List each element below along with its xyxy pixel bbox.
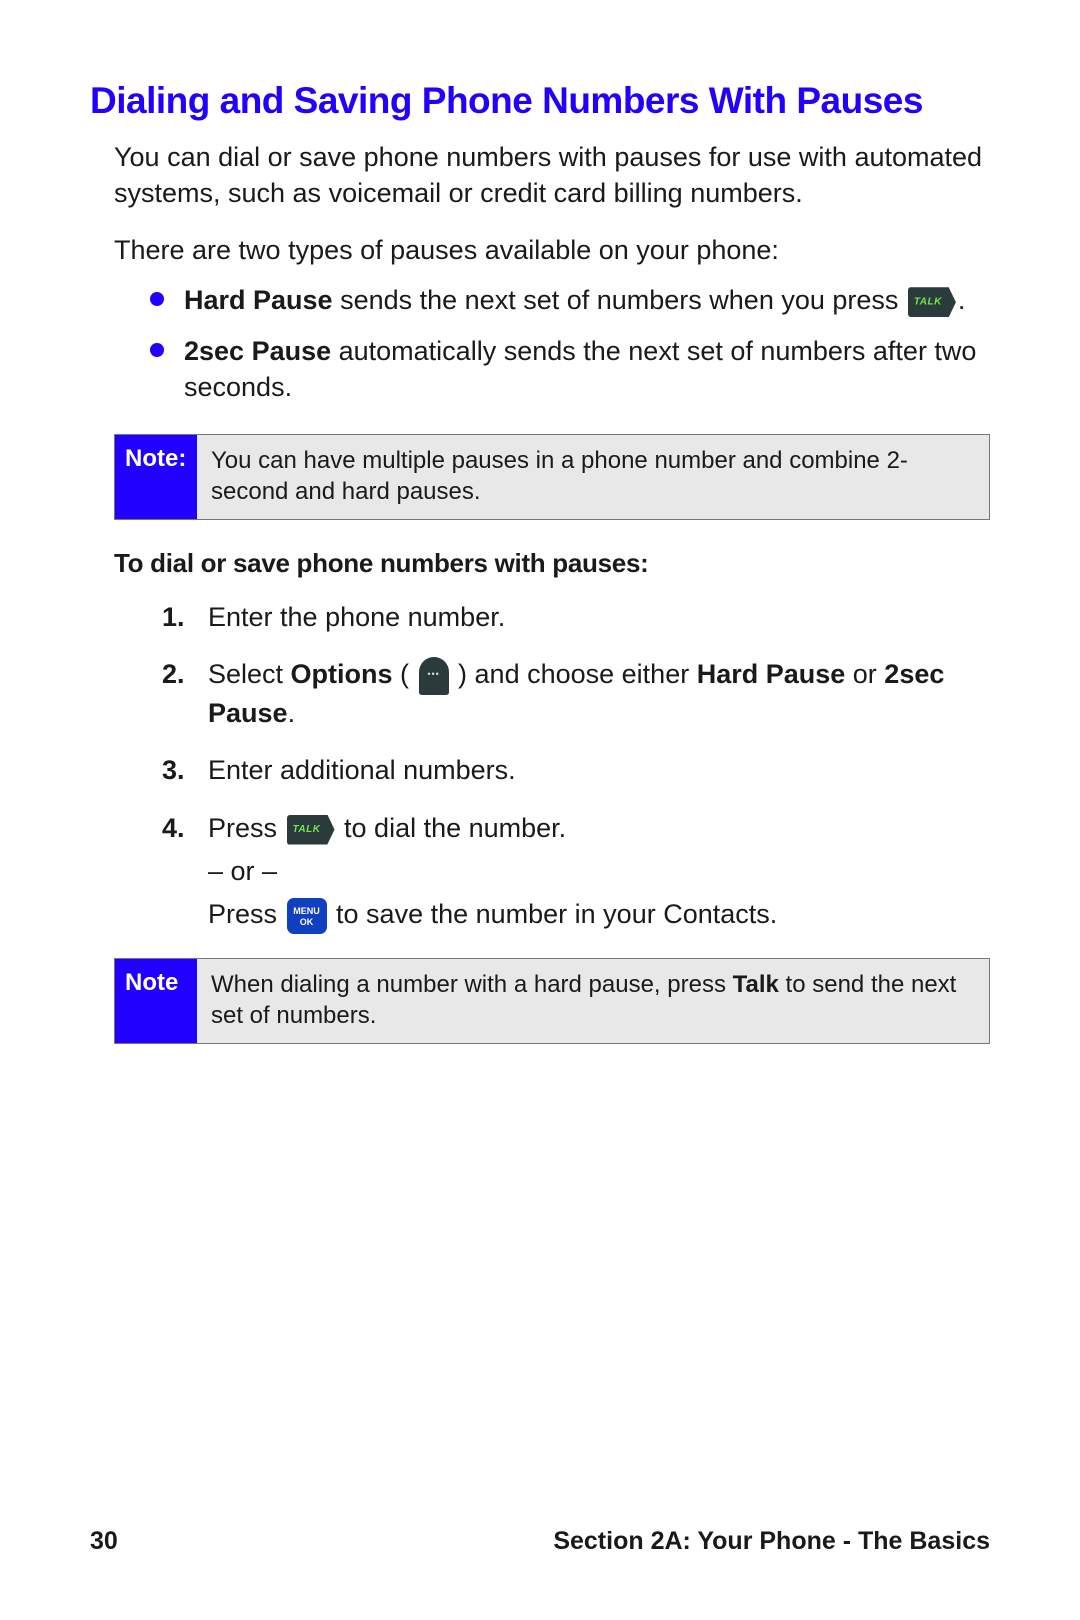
bullet-hard-pause: Hard Pause sends the next set of numbers… bbox=[150, 282, 990, 318]
hard-pause-label: Hard Pause bbox=[184, 285, 333, 315]
steps-subhead: To dial or save phone numbers with pause… bbox=[114, 548, 990, 579]
steps-list: Enter the phone number. Select Options (… bbox=[162, 599, 990, 934]
note-text: When dialing a number with a hard pause,… bbox=[197, 959, 989, 1043]
step-2-text-d: ) and choose either bbox=[451, 659, 697, 689]
pause-types-list: Hard Pause sends the next set of numbers… bbox=[150, 282, 990, 405]
step-2-options: Options bbox=[291, 659, 393, 689]
note-label: Note: bbox=[115, 435, 197, 519]
page-footer: 30 Section 2A: Your Phone - The Basics bbox=[90, 1527, 990, 1556]
step-2-hard-pause: Hard Pause bbox=[697, 659, 846, 689]
step-4-or: – or – bbox=[208, 853, 990, 890]
step-2-text-a: Select bbox=[208, 659, 291, 689]
step-1: Enter the phone number. bbox=[162, 599, 990, 636]
hard-pause-text-1: sends the next set of numbers when you p… bbox=[333, 285, 906, 315]
page-title: Dialing and Saving Phone Numbers With Pa… bbox=[90, 80, 990, 122]
talk-key-icon bbox=[908, 287, 956, 317]
step-4-dial: to dial the number. bbox=[337, 813, 567, 843]
note-box-2: Note When dialing a number with a hard p… bbox=[114, 958, 990, 1044]
note2-text-1: When dialing a number with a hard pause,… bbox=[211, 971, 733, 998]
step-2-period: . bbox=[288, 698, 296, 728]
bullet-2sec-pause: 2sec Pause automatically sends the next … bbox=[150, 333, 990, 406]
options-key-icon bbox=[419, 657, 449, 695]
sec-pause-label: 2sec Pause bbox=[184, 336, 331, 366]
intro-paragraph-1: You can dial or save phone numbers with … bbox=[114, 140, 990, 211]
note-label: Note bbox=[115, 959, 197, 1043]
note2-talk: Talk bbox=[733, 971, 779, 998]
page-number: 30 bbox=[90, 1527, 118, 1556]
step-3: Enter additional numbers. bbox=[162, 752, 990, 789]
step-4-press-c: Press bbox=[208, 899, 285, 929]
hard-pause-text-2: . bbox=[958, 285, 966, 315]
step-2: Select Options ( ) and choose either Har… bbox=[162, 656, 990, 732]
step-2-paren-open: ( bbox=[393, 659, 417, 689]
step-4-press-a: Press bbox=[208, 813, 285, 843]
section-label: Section 2A: Your Phone - The Basics bbox=[553, 1527, 990, 1556]
step-2-or: or bbox=[845, 659, 884, 689]
intro-paragraph-2: There are two types of pauses available … bbox=[114, 233, 990, 268]
talk-key-icon bbox=[287, 815, 335, 845]
note-text: You can have multiple pauses in a phone … bbox=[197, 435, 989, 519]
step-4-save: to save the number in your Contacts. bbox=[329, 899, 778, 929]
note-box-1: Note: You can have multiple pauses in a … bbox=[114, 434, 990, 520]
menu-ok-key-icon bbox=[287, 898, 327, 934]
step-4: Press to dial the number. – or – Press t… bbox=[162, 810, 990, 934]
